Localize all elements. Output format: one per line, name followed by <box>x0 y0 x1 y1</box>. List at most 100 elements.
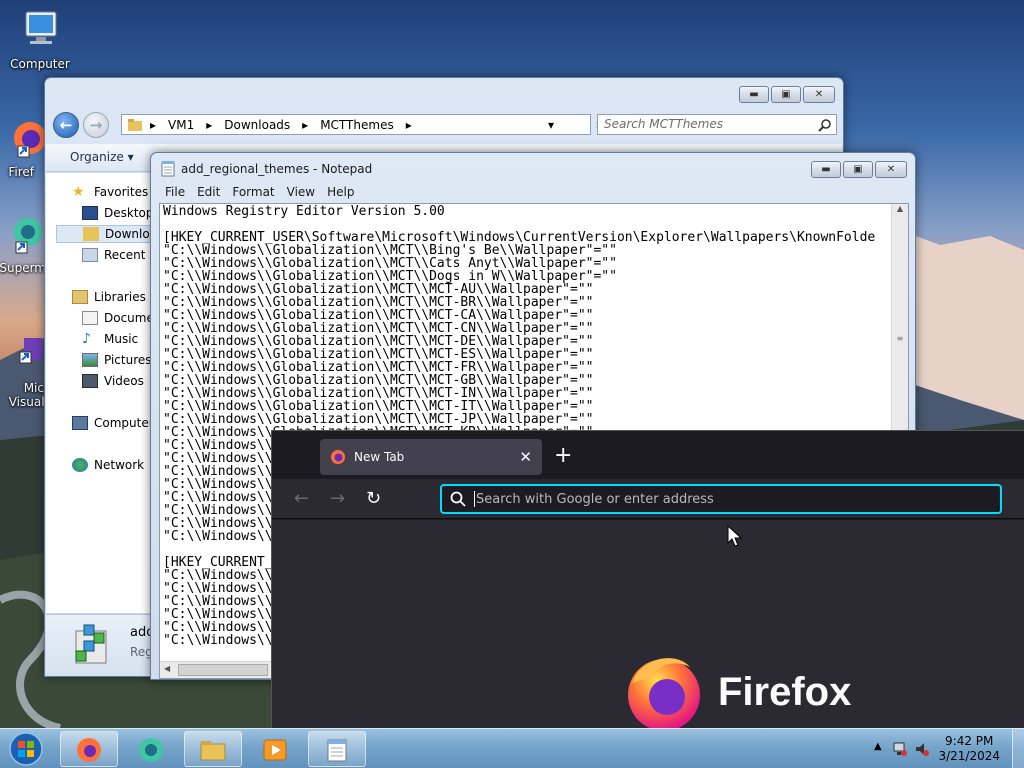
folder-icon <box>200 741 226 761</box>
network-status-icon[interactable] <box>892 741 908 757</box>
url-placeholder: Search with Google or enter address <box>476 491 714 507</box>
breadcrumb-item[interactable]: Downloads <box>224 118 290 132</box>
sidebar-item-music[interactable]: ♪ Music <box>82 330 138 348</box>
music-icon: ♪ <box>82 331 91 347</box>
breadcrumb-separator-icon: ▸ <box>405 117 412 132</box>
desktop-icon <box>82 206 98 220</box>
search-placeholder: Search MCTThemes <box>604 117 724 131</box>
sidebar-item-label: Favorites <box>94 185 149 199</box>
menu-view[interactable]: View <box>281 183 321 203</box>
breadcrumb-item[interactable]: VM1 <box>168 118 194 132</box>
computer-icon <box>72 416 88 430</box>
address-bar[interactable]: ▸ VM1 ▸ Downloads ▸ MCTThemes ▸ ▾ ⇆ <box>121 114 606 135</box>
menu-file[interactable]: File <box>159 183 191 203</box>
scroll-thumb[interactable] <box>178 664 268 676</box>
close-button[interactable]: ✕ <box>803 86 835 103</box>
close-tab-icon[interactable]: ✕ <box>519 448 532 466</box>
tab-title: New Tab <box>354 450 405 464</box>
url-bar[interactable]: Search with Google or enter address <box>440 484 1002 514</box>
pictures-icon <box>82 353 98 367</box>
firefox-wordmark: Firefox <box>718 669 852 714</box>
sidebar-item-libraries[interactable]: Libraries <box>72 288 146 306</box>
breadcrumb-separator-icon: ▸ <box>206 117 213 132</box>
taskbar-media-player[interactable] <box>246 731 304 767</box>
url-caret <box>474 491 475 507</box>
tab-new-tab[interactable]: New Tab ✕ <box>320 439 542 475</box>
scroll-left-icon[interactable]: ◀ <box>164 664 170 673</box>
organize-button[interactable]: Organize ▾ <box>70 150 134 164</box>
back-arrow-icon[interactable]: ← <box>294 488 309 509</box>
taskbar-explorer[interactable] <box>184 731 242 767</box>
scroll-thumb[interactable]: ≡ <box>895 334 905 364</box>
clock[interactable]: 9:42 PM 3/21/2024 <box>938 734 1000 764</box>
breadcrumb-separator-icon: ▸ <box>302 117 309 132</box>
new-tab-button[interactable]: + <box>554 443 572 468</box>
supermium-icon <box>14 218 42 254</box>
maximize-button[interactable]: ▣ <box>771 86 801 103</box>
sidebar-item-documents[interactable]: Documer <box>82 309 159 327</box>
sidebar-item-computer[interactable]: Computer <box>72 414 154 432</box>
show-hidden-icons-icon[interactable]: ▲ <box>874 741 882 752</box>
reload-icon[interactable]: ↻ <box>366 488 381 509</box>
firefox-window: New Tab ✕ + ← → ↻ Search with Google or … <box>271 430 1024 728</box>
menu-help[interactable]: Help <box>321 183 360 203</box>
scroll-up-icon[interactable]: ▲ <box>892 204 908 213</box>
clock-date: 3/21/2024 <box>938 749 1000 763</box>
sidebar-item-recent-places[interactable]: Recent P <box>82 246 157 264</box>
sidebar-item-label: Pictures <box>104 353 152 367</box>
close-button[interactable]: ✕ <box>875 161 907 178</box>
menu-format[interactable]: Format <box>226 183 280 203</box>
explorer-caption-buttons: ▬ ▣ ✕ <box>737 86 835 103</box>
breadcrumb-item[interactable]: MCTThemes <box>320 118 394 132</box>
navigation-pane: ★ Favorites Desktop Downloa Recent P Lib… <box>46 173 166 613</box>
explorer-navbar: ← → ▸ VM1 ▸ Downloads ▸ MCTThemes ▸ ▾ ⇆ … <box>53 112 837 138</box>
network-icon <box>72 458 88 472</box>
taskbar-supermium[interactable] <box>122 731 180 767</box>
forward-button[interactable]: → <box>83 112 109 138</box>
taskbar: ▲ 9:42 PM 3/21/2024 <box>0 728 1024 768</box>
notepad-title: add_regional_themes - Notepad <box>181 162 373 176</box>
firefox-icon <box>77 738 101 762</box>
taskbar-notepad[interactable] <box>308 731 366 767</box>
volume-muted-icon[interactable] <box>914 741 930 757</box>
sidebar-item-desktop[interactable]: Desktop <box>82 204 154 222</box>
sidebar-item-label: Desktop <box>104 206 154 220</box>
address-dropdown-icon[interactable]: ▾ <box>548 118 554 132</box>
system-tray: ▲ 9:42 PM 3/21/2024 <box>864 729 1024 768</box>
libraries-icon <box>72 290 88 304</box>
organize-label: Organize <box>70 150 124 164</box>
notepad-menubar: File Edit Format View Help <box>159 183 907 203</box>
sidebar-item-label: Network <box>94 458 145 472</box>
start-button[interactable] <box>6 731 46 767</box>
downloads-folder-icon <box>83 227 99 241</box>
supermium-icon <box>139 738 163 762</box>
notepad-text-line: Windows Registry Editor Version 5.00 <box>163 204 445 219</box>
explorer-search-input[interactable]: Search MCTThemes <box>597 114 837 135</box>
search-icon <box>450 491 466 507</box>
folder-icon <box>128 118 142 131</box>
back-button[interactable]: ← <box>53 112 79 138</box>
minimize-button[interactable]: ▬ <box>811 161 841 178</box>
show-desktop-button[interactable] <box>1012 729 1024 768</box>
notepad-icon <box>161 161 175 177</box>
sidebar-item-label: Recent P <box>104 248 157 262</box>
forward-arrow-icon[interactable]: → <box>330 488 345 509</box>
firefox-tab-strip: New Tab ✕ + <box>272 431 1024 479</box>
videos-icon <box>82 374 98 388</box>
sidebar-item-network[interactable]: Network <box>72 456 144 474</box>
sidebar-item-favorites[interactable]: ★ Favorites <box>72 183 148 201</box>
notepad-caption-buttons: ▬ ▣ ✕ <box>809 161 907 178</box>
sidebar-item-label: Videos <box>104 374 144 388</box>
desktop-icon-computer[interactable]: Computer <box>2 8 78 71</box>
maximize-button[interactable]: ▣ <box>843 161 873 178</box>
firefox-icon <box>331 450 345 464</box>
minimize-button[interactable]: ▬ <box>739 86 769 103</box>
visual-studio-icon <box>19 338 42 364</box>
sidebar-item-pictures[interactable]: Pictures <box>82 351 152 369</box>
sidebar-item-videos[interactable]: Videos <box>82 372 144 390</box>
firefox-navbar: ← → ↻ Search with Google or enter addres… <box>272 479 1024 519</box>
taskbar-firefox[interactable] <box>60 731 118 767</box>
clock-time: 9:42 PM <box>945 734 994 748</box>
menu-edit[interactable]: Edit <box>191 183 226 203</box>
search-icon <box>818 119 831 132</box>
